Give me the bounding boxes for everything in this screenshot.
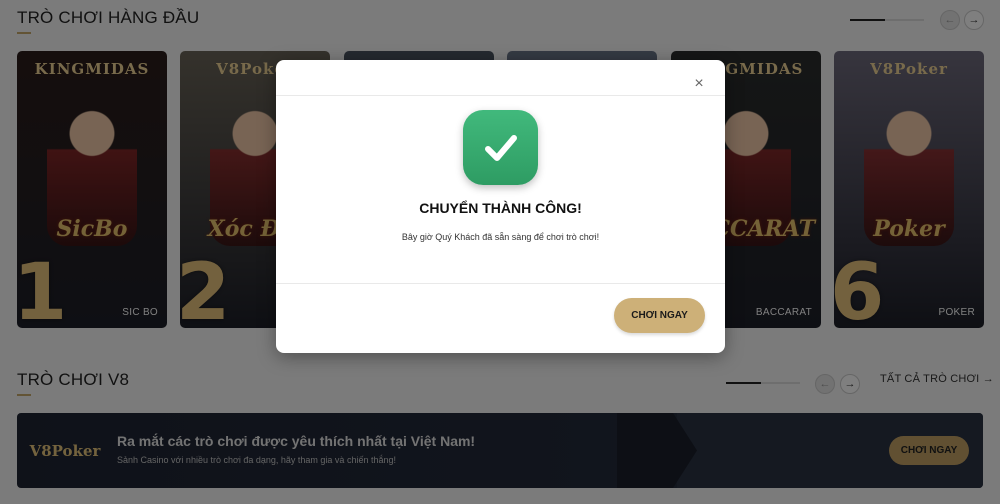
dialog-title: CHUYỂN THÀNH CÔNG! bbox=[419, 200, 582, 216]
dialog-message: Bây giờ Quý Khách đã sẵn sàng để chơi tr… bbox=[401, 232, 600, 242]
close-icon[interactable]: × bbox=[691, 76, 707, 92]
divider bbox=[276, 283, 725, 284]
transfer-success-dialog: × CHUYỂN THÀNH CÔNG! Bây giờ Quý Khách đ… bbox=[276, 60, 725, 353]
play-now-button[interactable]: CHƠI NGAY bbox=[614, 298, 705, 333]
check-icon bbox=[463, 110, 538, 185]
divider bbox=[276, 95, 725, 96]
